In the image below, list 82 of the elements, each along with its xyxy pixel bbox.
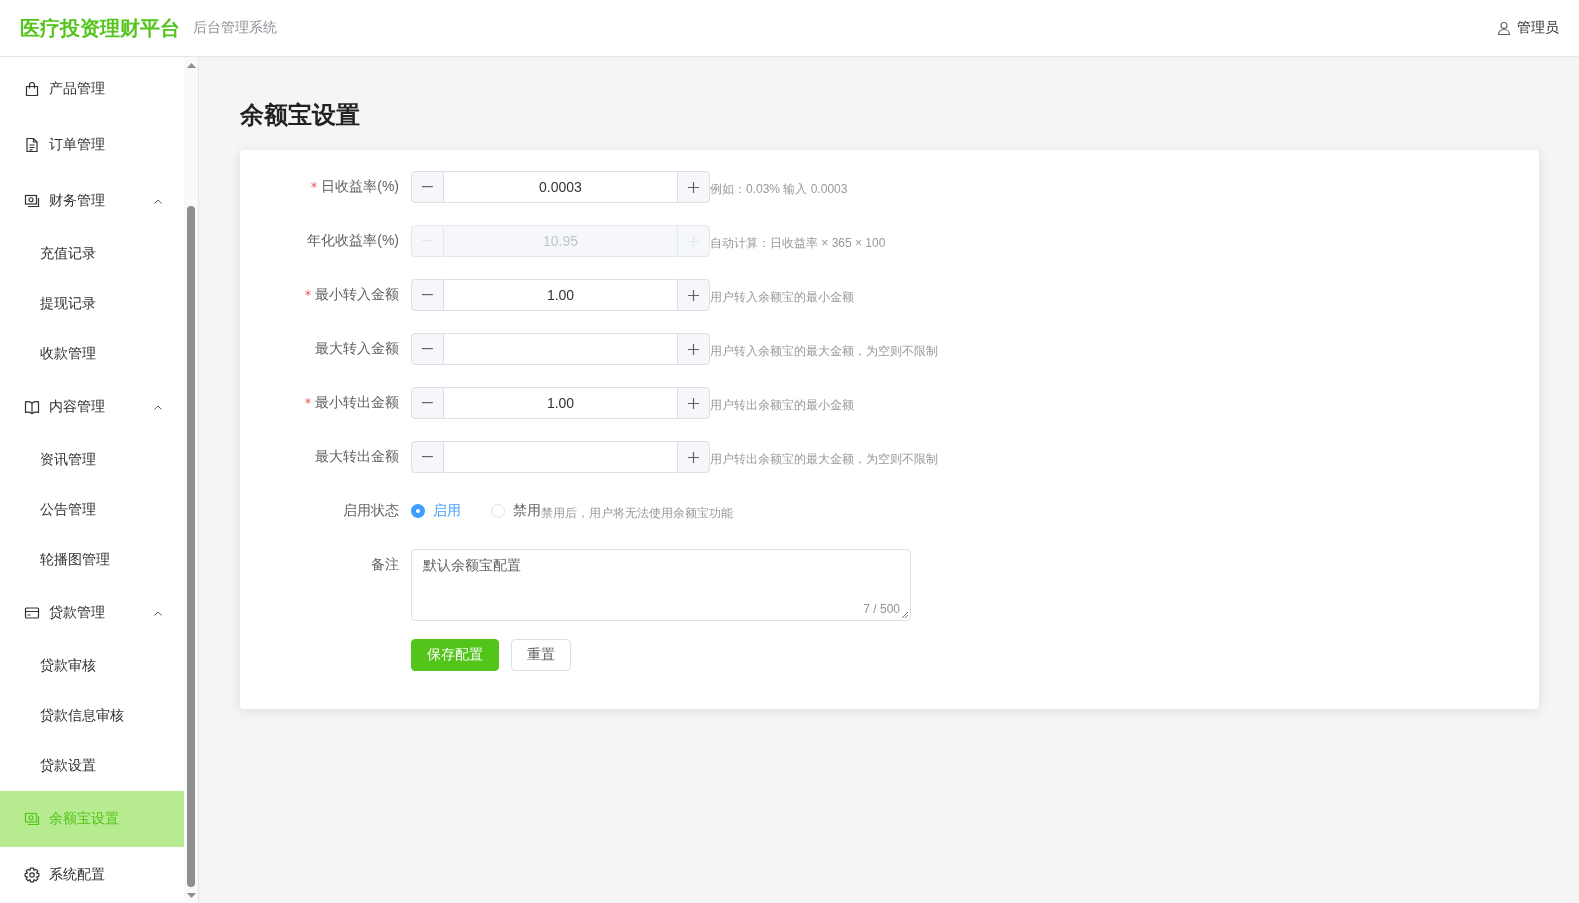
submenu-item[interactable]: 公告管理 (0, 485, 184, 535)
minus-icon (422, 402, 433, 404)
chevron-up-icon (154, 198, 162, 204)
submenu-title[interactable]: 贷款管理 (0, 585, 184, 641)
scrollbar-thumb[interactable] (187, 206, 195, 887)
number-field[interactable]: 1.00 (444, 387, 677, 419)
radio-circle-icon (491, 504, 505, 518)
minus-icon (422, 348, 433, 350)
decrement-button[interactable] (411, 441, 444, 473)
minus-icon (422, 456, 433, 458)
plus-icon (688, 343, 699, 355)
credit-card-icon (24, 605, 40, 621)
increment-button[interactable] (677, 441, 710, 473)
field-label: 最大转出金额 (315, 448, 399, 466)
field-hint: 用户转入余额宝的最大金额，为空则不限制 (710, 343, 938, 360)
submenu-item[interactable]: 贷款设置 (0, 741, 184, 791)
settings-icon (24, 867, 40, 883)
plus-icon (688, 181, 699, 193)
menu-item[interactable]: 产品管理 (0, 61, 184, 117)
chevron-up-icon (154, 610, 162, 616)
increment-button[interactable] (677, 279, 710, 311)
increment-button[interactable] (677, 171, 710, 203)
submenu-title[interactable]: 内容管理 (0, 379, 184, 435)
resize-handle-icon (901, 611, 908, 618)
field-label: 备注 (371, 556, 399, 574)
banknote-icon (24, 193, 40, 209)
banknote-icon (24, 811, 40, 827)
plus-icon (688, 397, 699, 409)
remark-textarea[interactable]: 默认余额宝配置 7 / 500 (411, 549, 911, 621)
user-icon (1497, 21, 1511, 35)
submenu-item[interactable]: 资讯管理 (0, 435, 184, 485)
menu-item[interactable]: 订单管理 (0, 117, 184, 173)
minus-icon (422, 186, 433, 188)
document-icon (24, 137, 40, 153)
field-hint: 例如：0.03% 输入 0.0003 (710, 181, 848, 198)
increment-button[interactable] (677, 225, 710, 257)
submenu-item[interactable]: 提现记录 (0, 279, 184, 329)
decrement-button[interactable] (411, 279, 444, 311)
field-label: 启用状态 (343, 502, 399, 520)
submenu-item[interactable]: 贷款信息审核 (0, 691, 184, 741)
scroll-up-icon (186, 63, 196, 68)
increment-button[interactable] (677, 387, 710, 419)
decrement-button[interactable] (411, 171, 444, 203)
scrollbar-track[interactable] (184, 57, 198, 903)
number-field[interactable]: 0.0003 (444, 171, 677, 203)
field-label: 最小转入金额 (315, 286, 399, 304)
number-field[interactable] (444, 441, 677, 473)
minus-icon (422, 294, 433, 296)
scroll-down-icon (186, 893, 196, 898)
shopping-bag-icon (24, 81, 40, 97)
increment-button[interactable] (677, 333, 710, 365)
page-title: 余额宝设置 (240, 100, 360, 130)
logo-text: 医疗投资理财平台 (20, 15, 180, 41)
field-hint: 禁用后，用户将无法使用余额宝功能 (541, 506, 733, 522)
field-label: 日收益率(%) (321, 178, 399, 196)
submenu-item[interactable]: 收款管理 (0, 329, 184, 379)
field-label: 年化收益率(%) (307, 232, 399, 250)
menu-item[interactable]: 系统配置 (0, 847, 184, 903)
book-icon (24, 399, 40, 415)
chevron-up-icon (154, 404, 162, 410)
field-label: 最小转出金额 (315, 394, 399, 412)
reset-button[interactable]: 重置 (511, 639, 571, 671)
field-hint: 用户转出余额宝的最大金额，为空则不限制 (710, 451, 938, 468)
field-hint: 自动计算：日收益率 × 365 × 100 (710, 235, 886, 252)
radio-circle-icon (411, 504, 425, 518)
submenu-item[interactable]: 充值记录 (0, 229, 184, 279)
radio-option[interactable]: 禁用 (491, 502, 541, 520)
char-counter: 7 / 500 (863, 602, 900, 616)
number-field[interactable] (444, 333, 677, 365)
plus-icon (688, 289, 699, 301)
number-field[interactable]: 1.00 (444, 279, 677, 311)
submenu-item[interactable]: 轮播图管理 (0, 535, 184, 585)
user-name[interactable]: 管理员 (1517, 19, 1559, 37)
field-label: 最大转入金额 (315, 340, 399, 358)
submenu-item[interactable]: 贷款审核 (0, 641, 184, 691)
header-subtitle: 后台管理系统 (193, 19, 277, 37)
field-hint: 用户转出余额宝的最小金额 (710, 397, 854, 414)
plus-icon (688, 451, 699, 463)
field-hint: 用户转入余额宝的最小金额 (710, 289, 854, 306)
submenu-title[interactable]: 财务管理 (0, 173, 184, 229)
decrement-button[interactable] (411, 387, 444, 419)
decrement-button[interactable] (411, 333, 444, 365)
